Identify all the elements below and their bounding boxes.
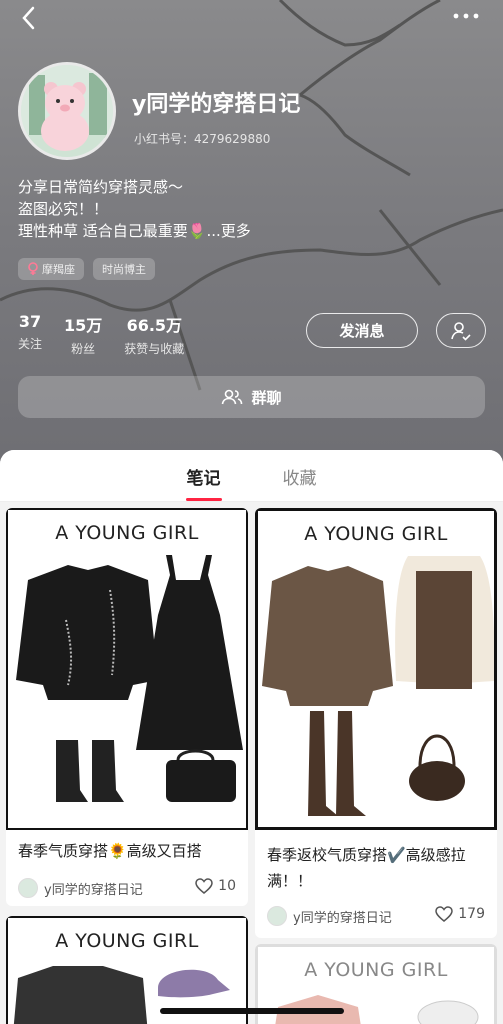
stat-label: 关注 [18, 337, 43, 351]
profile-bio: 分享日常简约穿搭灵感～ 盗图必究！！ 理性种草 适合自己最重要🌷...更多 [18, 176, 251, 242]
tag-zodiac[interactable]: 摩羯座 [18, 258, 84, 280]
stat-following[interactable]: 37 关注 [18, 312, 42, 357]
note-title: 春季返校气质穿搭✔️高级感拉满！！ [267, 846, 466, 890]
note-author[interactable]: y同学的穿搭日记 [18, 878, 143, 898]
group-users-icon [222, 389, 243, 405]
user-check-icon [451, 321, 471, 341]
bear-avatar-icon [21, 65, 113, 157]
note-title: 春季气质穿搭🌻高级又百搭 [18, 842, 202, 860]
chevron-left-icon [22, 6, 35, 30]
female-icon [28, 262, 38, 275]
stat-likes-collects[interactable]: 66.5万 获赞与收藏 [124, 312, 184, 357]
like-button[interactable]: 179 [435, 906, 485, 922]
bio-line-text: 理性种草 适合自己最重要🌷 [18, 222, 207, 240]
bio-line-with-more: 理性种草 适合自己最重要🌷...更多 [18, 220, 251, 242]
stat-number: 15万 [64, 316, 103, 335]
group-chat-label: 群聊 [251, 388, 282, 407]
stat-number: 66.5万 [126, 316, 183, 335]
profile-tags: 摩羯座 时尚博主 [18, 258, 155, 280]
notes-panel: 笔记 收藏 A YOUNG GIRL 春季气质穿搭🌻高级又百搭 y同学的穿搭日记 [0, 450, 503, 1024]
outfit-illustration [262, 556, 494, 816]
note-author[interactable]: y同学的穿搭日记 [267, 906, 392, 926]
stat-label: 获赞与收藏 [124, 342, 185, 356]
author-name: y同学的穿搭日记 [44, 882, 143, 898]
stat-number: 37 [18, 312, 42, 331]
more-dots-icon [453, 13, 479, 19]
note-card[interactable]: A YOUNG GIRL 春季返校气质穿搭✔️高级感拉满！！ y同学的穿搭日记 … [255, 508, 497, 938]
home-indicator[interactable] [160, 1008, 344, 1014]
heart-icon [195, 878, 213, 894]
note-cover: A YOUNG GIRL [6, 508, 248, 830]
stat-followers[interactable]: 15万 粉丝 [64, 312, 102, 357]
avatar[interactable] [18, 62, 116, 160]
send-message-button[interactable]: 发消息 [306, 313, 418, 348]
group-chat-button[interactable]: 群聊 [18, 376, 485, 418]
back-button[interactable] [14, 4, 44, 34]
heart-icon [435, 906, 454, 922]
note-cover: A YOUNG GIRL [255, 508, 497, 830]
tab-collections[interactable]: 收藏 [283, 462, 317, 489]
note-card[interactable]: A YOUNG GIRL 春季气质穿搭🌻高级又百搭 y同学的穿搭日记 10 [6, 508, 248, 906]
profile-stats: 37 关注 15万 粉丝 66.5万 获赞与收藏 [18, 312, 184, 357]
like-count: 10 [218, 878, 236, 894]
bio-more-link[interactable]: ...更多 [206, 222, 250, 240]
author-name: y同学的穿搭日记 [293, 910, 392, 926]
follow-button[interactable] [436, 313, 486, 348]
author-avatar [267, 906, 287, 926]
bio-line: 分享日常简约穿搭灵感～ [18, 178, 184, 196]
tab-notes[interactable]: 笔记 [187, 462, 221, 489]
profile-id: 小红书号：4279629880 [134, 132, 271, 146]
like-count: 179 [458, 906, 485, 922]
profile-tabs: 笔记 收藏 [0, 450, 503, 502]
like-button[interactable]: 10 [195, 878, 236, 894]
bio-line: 盗图必究！！ [18, 200, 109, 218]
tag-label: 摩羯座 [42, 263, 75, 276]
tag-label: 时尚博主 [102, 263, 146, 276]
outfit-illustration [16, 555, 243, 802]
more-button[interactable] [451, 6, 481, 26]
stat-label: 粉丝 [71, 342, 96, 356]
profile-name: y同学的穿搭日记 [132, 92, 301, 117]
author-avatar [18, 878, 38, 898]
tag-fashion-blogger[interactable]: 时尚博主 [93, 258, 155, 280]
